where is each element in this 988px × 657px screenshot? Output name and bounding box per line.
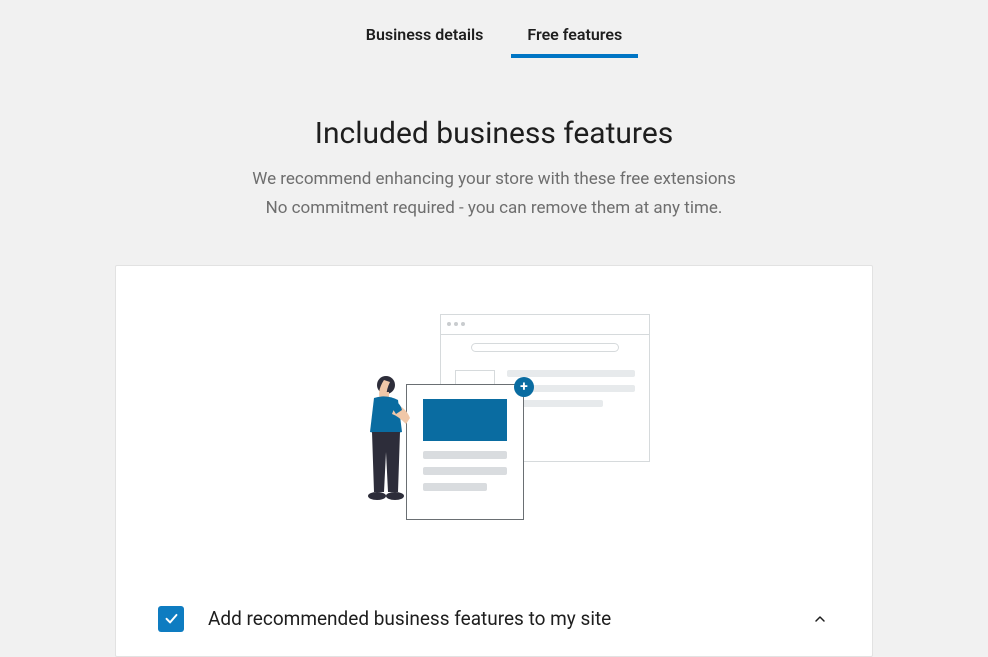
chevron-up-icon (812, 611, 828, 627)
expand-toggle[interactable] (810, 609, 830, 629)
illustration-container: + (116, 266, 872, 554)
subtitle-line-1: We recommend enhancing your store with t… (0, 165, 988, 194)
add-features-checkbox[interactable] (158, 606, 184, 632)
add-features-row: Add recommended business features to my … (116, 554, 872, 656)
product-card-icon (406, 384, 524, 520)
person-icon (346, 374, 416, 524)
features-card: + (115, 265, 873, 657)
subtitle-line-2: No commitment required - you can remove … (0, 194, 988, 223)
tab-business-details[interactable]: Business details (344, 15, 506, 58)
tabs-nav: Business details Free features (0, 0, 988, 58)
page-subtitle: We recommend enhancing your store with t… (0, 165, 988, 223)
header-section: Included business features We recommend … (0, 116, 988, 223)
plus-badge-icon: + (514, 377, 534, 397)
page-title: Included business features (0, 116, 988, 151)
add-features-label[interactable]: Add recommended business features to my … (208, 607, 786, 630)
tab-free-features[interactable]: Free features (505, 15, 644, 58)
onboarding-illustration: + (338, 314, 650, 524)
check-icon (163, 610, 180, 627)
